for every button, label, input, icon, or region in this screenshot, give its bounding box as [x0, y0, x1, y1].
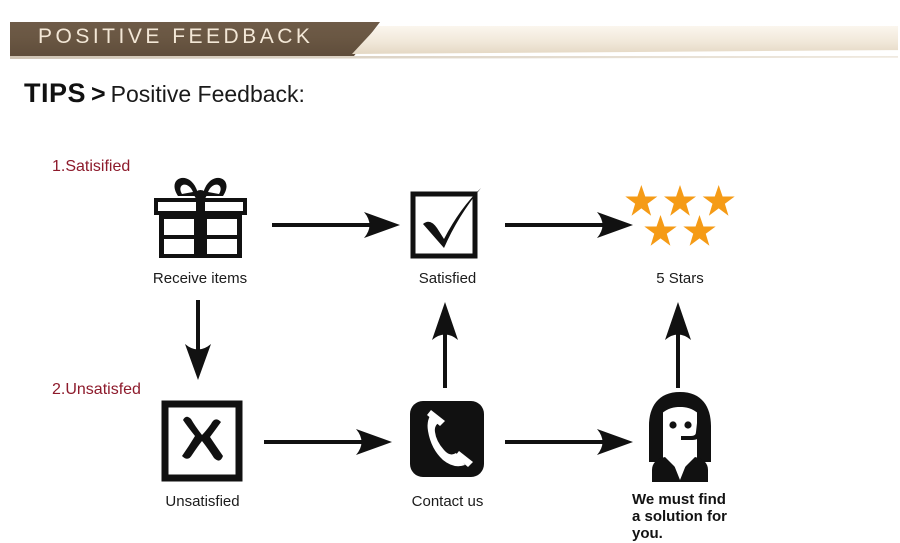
five-stars-icon [625, 185, 735, 248]
arrow-receive-to-unsatisfied-icon [180, 300, 216, 387]
feedback-flow-diagram: 1.Satisified 2.Unsatisfed Receive items [0, 0, 900, 543]
phone-handset-icon [409, 399, 485, 479]
arrow-agent-to-stars-icon [660, 300, 696, 393]
arrow-satisfied-to-stars-icon [505, 208, 635, 247]
support-agent-icon [632, 390, 728, 482]
gift-box-icon [148, 172, 253, 262]
star-row-bottom [625, 215, 735, 248]
node-label-receive-items: Receive items [152, 270, 248, 287]
arrow-unsatisfied-to-contact-icon [264, 425, 394, 464]
node-label-satisfied: Satisfied [418, 270, 477, 287]
branch-label-satisfied: 1.Satisified [52, 158, 131, 175]
star-icon [702, 185, 735, 216]
node-label-support-agent: We must find a solution for you. [632, 491, 752, 542]
checkmark-box-icon [408, 182, 486, 264]
star-icon [683, 215, 716, 246]
x-box-icon [161, 400, 243, 482]
branch-label-unsatisfied: 2.Unsatisfed [52, 381, 141, 398]
caption-line-2: a solution for [632, 508, 727, 525]
caption-line-1: We must find [632, 491, 726, 508]
arrow-contact-to-agent-icon [505, 425, 635, 464]
caption-line-3: you. [632, 525, 663, 542]
node-label-contact-us: Contact us [411, 493, 484, 510]
star-icon [644, 215, 677, 246]
star-icon [663, 185, 697, 216]
star-row-top [625, 185, 735, 218]
star-icon [625, 185, 658, 216]
node-label-five-stars: 5 Stars [656, 270, 704, 287]
arrow-contact-to-satisfied-icon [427, 300, 463, 393]
node-label-unsatisfied: Unsatisfied [165, 493, 240, 510]
arrow-receive-to-satisfied-icon [272, 208, 402, 247]
